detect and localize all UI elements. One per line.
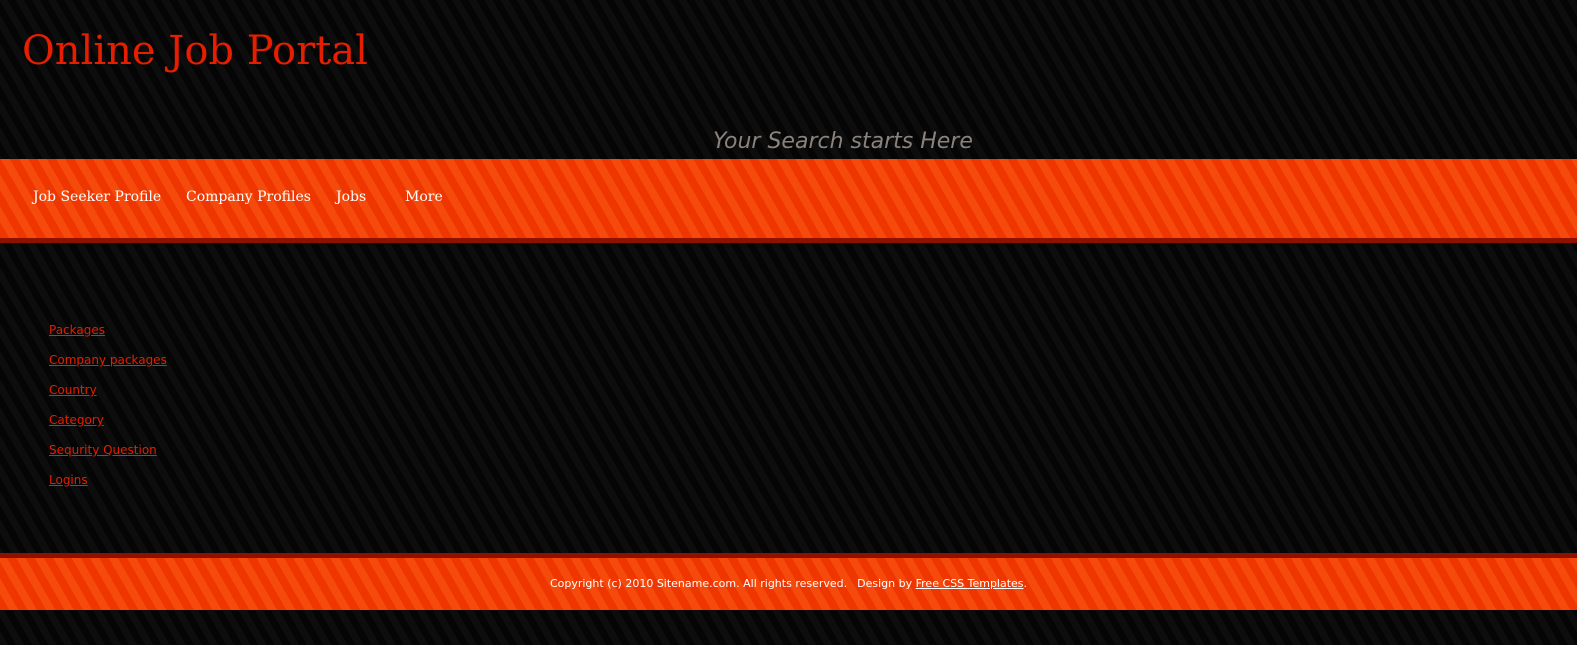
design-credit-link[interactable]: Free CSS Templates: [916, 577, 1024, 590]
sidebar-item-logins: Logins: [49, 469, 167, 499]
sidebar-link-category[interactable]: Category: [49, 413, 104, 427]
sidebar-link-logins[interactable]: Logins: [49, 473, 88, 487]
footer-period: .: [1023, 577, 1028, 590]
footer: Copyright (c) 2010 Sitename.com. All rig…: [0, 558, 1577, 610]
admin-sidebar-menu: Packages Company packages Country Catego…: [49, 319, 167, 499]
sidebar-item-country: Country: [49, 379, 167, 409]
navbar-divider: [0, 238, 1577, 243]
sidebar-item-security-question: Sequrity Question: [49, 439, 167, 469]
site-title: Online Job Portal: [22, 28, 368, 74]
nav-more[interactable]: More: [405, 187, 443, 207]
tagline: Your Search starts Here: [713, 129, 973, 154]
copyright-text: Copyright (c) 2010 Sitename.com. All rig…: [549, 577, 848, 590]
sidebar-link-country[interactable]: Country: [49, 383, 97, 397]
sidebar-item-category: Category: [49, 409, 167, 439]
sidebar-item-company-packages: Company packages: [49, 349, 167, 379]
sidebar-link-company-packages[interactable]: Company packages: [49, 353, 167, 367]
nav-job-seeker-profile[interactable]: Job Seeker Profile: [33, 187, 161, 207]
sidebar-link-packages[interactable]: Packages: [49, 323, 105, 337]
main-navigation: Job Seeker Profile Company Profiles Jobs…: [0, 159, 1577, 238]
sidebar-link-security-question[interactable]: Sequrity Question: [49, 443, 157, 457]
nav-jobs[interactable]: Jobs: [336, 187, 366, 207]
design-by-text: Design by: [857, 577, 913, 590]
sidebar-item-packages: Packages: [49, 319, 167, 349]
nav-company-profiles[interactable]: Company Profiles: [186, 187, 311, 207]
